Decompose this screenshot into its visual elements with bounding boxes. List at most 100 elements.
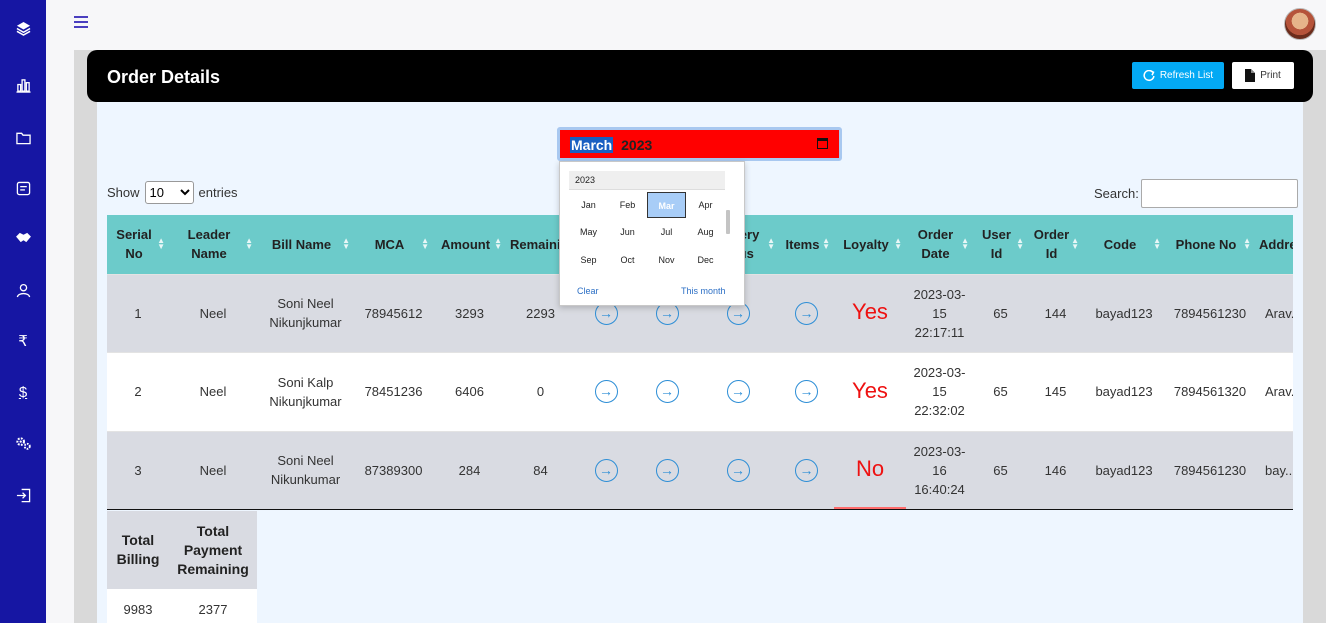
rupee-glyph: ₹ xyxy=(18,333,28,350)
refresh-list-button[interactable]: Refresh List xyxy=(1132,62,1224,89)
sidebar: ₹ $ xyxy=(0,0,46,623)
arrow-right-icon[interactable]: → xyxy=(594,380,618,403)
th-bill-name[interactable]: Bill Name ▲ ▼ xyxy=(257,215,354,274)
cell-order-id: 145 xyxy=(1028,351,1083,431)
picker-scrollbar[interactable] xyxy=(726,210,730,234)
search-input[interactable] xyxy=(1140,179,1298,208)
cell-order-id: 144 xyxy=(1028,273,1083,352)
picker-clear-button[interactable]: Clear xyxy=(577,286,599,296)
cell-loyalty: No xyxy=(834,430,906,510)
logout-icon[interactable] xyxy=(10,482,36,508)
cell-items: → xyxy=(779,351,834,431)
month-oct[interactable]: Oct xyxy=(608,247,647,273)
arrow-right-icon[interactable]: → xyxy=(795,301,818,325)
layers-icon[interactable] xyxy=(10,15,36,41)
cell-action-2: → xyxy=(637,430,697,510)
handshake-icon[interactable] xyxy=(10,224,36,250)
user-icon[interactable] xyxy=(10,277,36,303)
cell-mca: 78945612 xyxy=(354,273,433,352)
th-total-billing: Total Billing xyxy=(107,511,169,589)
month-may[interactable]: May xyxy=(569,219,608,245)
arrow-right-icon[interactable]: → xyxy=(795,380,818,403)
cell-order-id: 146 xyxy=(1028,430,1083,510)
th-leader-name[interactable]: Leader Name ▲ ▼ xyxy=(169,215,257,274)
page-header: Order Details Refresh List Print xyxy=(87,50,1313,102)
document-icon[interactable] xyxy=(10,175,36,201)
month-jan[interactable]: Jan xyxy=(569,192,608,218)
calendar-icon[interactable] xyxy=(817,138,828,149)
page-title: Order Details xyxy=(107,67,221,87)
refresh-icon xyxy=(1143,69,1155,81)
th-user-id[interactable]: User Id ▲ ▼ xyxy=(973,215,1028,274)
th-mca[interactable]: MCA ▲ ▼ xyxy=(354,215,433,274)
cell-user-id: 65 xyxy=(973,430,1028,510)
th-serial-no[interactable]: Serial No ▲ ▼ xyxy=(107,215,169,274)
entries-select[interactable]: 10 xyxy=(144,181,194,204)
th-code[interactable]: Code ▲ ▼ xyxy=(1083,215,1165,274)
gears-icon[interactable] xyxy=(10,430,36,456)
th-loyalty[interactable]: Loyalty ▲ ▼ xyxy=(834,215,906,274)
avatar[interactable] xyxy=(1284,8,1316,40)
month-dec[interactable]: Dec xyxy=(686,247,725,273)
th-order-id[interactable]: Order Id ▲ ▼ xyxy=(1028,215,1083,274)
dollar-icon[interactable]: $ xyxy=(10,379,36,405)
cell-address: Arav... xyxy=(1255,273,1293,352)
picker-year[interactable]: 2023 xyxy=(569,171,725,190)
menu-toggle-icon[interactable] xyxy=(74,16,88,28)
cell-remaining: 0 xyxy=(506,351,575,431)
month-picker: 2023 Jan Feb Mar Apr May Jun Jul Aug Sep… xyxy=(559,161,745,306)
arrow-right-icon[interactable]: → xyxy=(795,458,818,482)
month-jun[interactable]: Jun xyxy=(608,219,647,245)
th-address[interactable]: Address xyxy=(1255,215,1293,274)
arrow-right-icon[interactable]: → xyxy=(726,458,750,482)
month-mar[interactable]: Mar xyxy=(647,192,686,218)
th-amount[interactable]: Amount ▲ ▼ xyxy=(433,215,506,274)
totals-value-row: 9983 2377 xyxy=(107,589,257,623)
month-aug[interactable]: Aug xyxy=(686,219,725,245)
cell-amount: 6406 xyxy=(433,351,506,431)
th-phone-no[interactable]: Phone No ▲ ▼ xyxy=(1165,215,1255,274)
total-payment-remaining-value: 2377 xyxy=(169,589,257,623)
show-label: Show xyxy=(107,185,140,200)
month-sep[interactable]: Sep xyxy=(569,247,608,273)
month-input-value: March 2023 xyxy=(570,137,652,153)
sort-icon: ▲ ▼ xyxy=(494,236,502,251)
cell-mca: 78451236 xyxy=(354,351,433,431)
arrow-right-icon[interactable]: → xyxy=(726,380,750,403)
sort-icon: ▲ ▼ xyxy=(421,236,429,251)
table-row[interactable]: 2 Neel Soni Kalp Nikunjkumar 78451236 64… xyxy=(107,351,1293,431)
cell-items: → xyxy=(779,273,834,352)
folder-icon[interactable] xyxy=(10,125,36,151)
file-icon xyxy=(1245,69,1256,82)
loyalty-value: Yes xyxy=(852,377,888,403)
arrow-right-icon[interactable]: → xyxy=(655,380,679,403)
sort-icon: ▲ ▼ xyxy=(894,236,902,251)
th-label: Items xyxy=(785,236,820,252)
month-feb[interactable]: Feb xyxy=(608,192,647,218)
th-label: Serial No xyxy=(116,227,152,262)
th-label: Order Date xyxy=(917,227,954,262)
arrow-right-icon[interactable]: → xyxy=(594,458,618,482)
picker-this-month-button[interactable]: This month xyxy=(681,286,726,296)
month-apr[interactable]: Apr xyxy=(686,192,725,218)
table-row[interactable]: 3 Neel Soni Neel Nikunkumar 87389300 284… xyxy=(107,430,1293,510)
bar-chart-icon[interactable] xyxy=(10,72,36,98)
th-items[interactable]: Items ▲ ▼ xyxy=(779,215,834,274)
arrow-right-icon[interactable]: → xyxy=(655,458,679,482)
cell-delivery: → xyxy=(697,351,779,431)
month-input[interactable]: March 2023 xyxy=(557,127,842,161)
total-billing-value: 9983 xyxy=(107,589,169,623)
print-label: Print xyxy=(1260,70,1281,81)
th-label: Order Id xyxy=(1033,227,1070,262)
th-label: Address xyxy=(1259,236,1293,252)
loyalty-value: Yes xyxy=(852,299,888,324)
month-nov[interactable]: Nov xyxy=(647,247,686,273)
print-button[interactable]: Print xyxy=(1232,62,1294,89)
cell-address: bay... xyxy=(1255,430,1293,510)
sort-icon: ▲ ▼ xyxy=(1243,236,1251,251)
th-order-date[interactable]: Order Date ▲ ▼ xyxy=(906,215,973,274)
cell-serial: 1 xyxy=(107,273,169,352)
rupee-icon[interactable]: ₹ xyxy=(10,328,36,354)
sort-icon: ▲ ▼ xyxy=(1153,236,1161,251)
month-jul[interactable]: Jul xyxy=(647,219,686,245)
